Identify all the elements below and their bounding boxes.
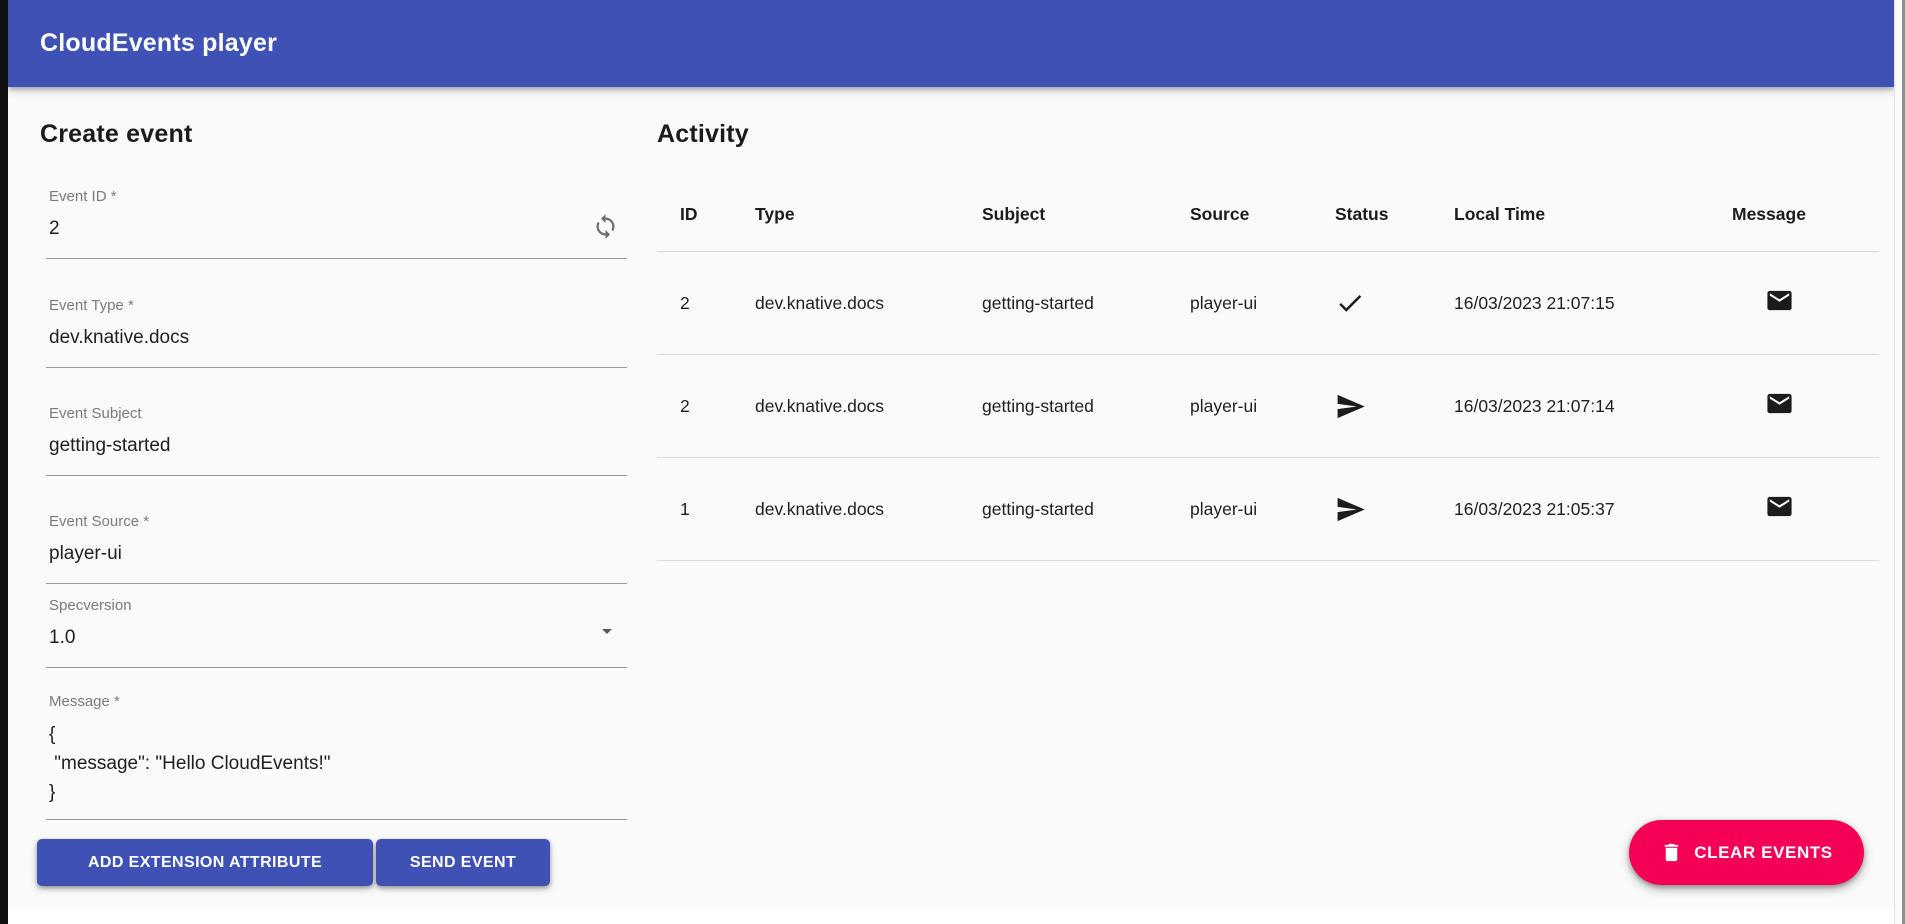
specversion-value[interactable]: 1.0 (46, 627, 627, 649)
sync-icon[interactable] (592, 213, 619, 240)
cell-type: dev.knative.docs (755, 396, 982, 417)
specversion-label: Specversion (46, 597, 627, 614)
cell-source: player-ui (1190, 396, 1335, 417)
table-row: 1 dev.knative.docs getting-started playe… (657, 458, 1879, 561)
message-field[interactable]: Message * { "message": "Hello CloudEvent… (46, 693, 627, 820)
check-icon (1335, 288, 1454, 318)
app-title: CloudEvents player (40, 29, 277, 58)
trash-icon (1660, 841, 1683, 864)
cell-type: dev.knative.docs (755, 293, 982, 314)
activity-heading: Activity (657, 120, 749, 149)
column-header-id: ID (657, 204, 755, 225)
column-header-message: Message (1732, 204, 1879, 225)
cell-local-time: 16/03/2023 21:07:14 (1454, 396, 1732, 417)
column-header-type: Type (755, 204, 982, 225)
email-icon[interactable] (1765, 492, 1794, 521)
event-type-field[interactable]: Event Type * dev.knative.docs (46, 297, 627, 368)
table-row: 2 dev.knative.docs getting-started playe… (657, 355, 1879, 458)
cell-local-time: 16/03/2023 21:05:37 (1454, 499, 1732, 520)
column-header-subject: Subject (982, 204, 1190, 225)
event-type-input[interactable]: dev.knative.docs (46, 327, 627, 349)
activity-table-header: ID Type Subject Source Status Local Time… (657, 178, 1879, 252)
clear-events-label: CLEAR EVENTS (1694, 843, 1833, 863)
cell-source: player-ui (1190, 499, 1335, 520)
cell-local-time: 16/03/2023 21:07:15 (1454, 293, 1732, 314)
event-type-label: Event Type * (46, 297, 627, 314)
window-frame-left (0, 0, 8, 924)
cell-source: player-ui (1190, 293, 1335, 314)
event-subject-label: Event Subject (46, 405, 627, 422)
page-bottom-strip (8, 908, 1894, 924)
email-icon[interactable] (1765, 286, 1794, 315)
send-icon (1335, 494, 1454, 525)
cell-id: 2 (657, 396, 755, 417)
message-label: Message * (46, 693, 627, 710)
cell-subject: getting-started (982, 499, 1190, 520)
email-icon[interactable] (1765, 389, 1794, 418)
specversion-select[interactable]: Specversion 1.0 (46, 597, 627, 668)
event-id-label: Event ID * (46, 188, 627, 205)
column-header-status: Status (1335, 204, 1454, 225)
activity-table: ID Type Subject Source Status Local Time… (657, 178, 1879, 561)
table-row: 2 dev.knative.docs getting-started playe… (657, 252, 1879, 355)
clear-events-button[interactable]: CLEAR EVENTS (1629, 820, 1864, 885)
send-event-button[interactable]: SEND EVENT (376, 839, 550, 886)
event-id-field[interactable]: Event ID * 2 (46, 188, 627, 259)
create-event-heading: Create event (40, 120, 192, 149)
column-header-local-time: Local Time (1454, 204, 1732, 225)
cell-subject: getting-started (982, 293, 1190, 314)
column-header-source: Source (1190, 204, 1335, 225)
send-icon (1335, 391, 1454, 422)
vertical-scrollbar[interactable] (1894, 0, 1905, 924)
event-subject-field[interactable]: Event Subject getting-started (46, 405, 627, 476)
event-id-input[interactable]: 2 (46, 218, 627, 240)
event-subject-input[interactable]: getting-started (46, 435, 627, 457)
cell-subject: getting-started (982, 396, 1190, 417)
event-source-label: Event Source * (46, 513, 627, 530)
cell-type: dev.knative.docs (755, 499, 982, 520)
app-bar: CloudEvents player (8, 0, 1894, 87)
event-source-input[interactable]: player-ui (46, 543, 627, 565)
cell-id: 2 (657, 293, 755, 314)
cell-id: 1 (657, 499, 755, 520)
add-extension-attribute-button[interactable]: ADD EXTENSION ATTRIBUTE (37, 839, 373, 886)
message-textarea[interactable]: { "message": "Hello CloudEvents!" } (46, 720, 627, 807)
event-source-field[interactable]: Event Source * player-ui (46, 513, 627, 584)
dropdown-arrow-icon[interactable] (595, 619, 619, 643)
